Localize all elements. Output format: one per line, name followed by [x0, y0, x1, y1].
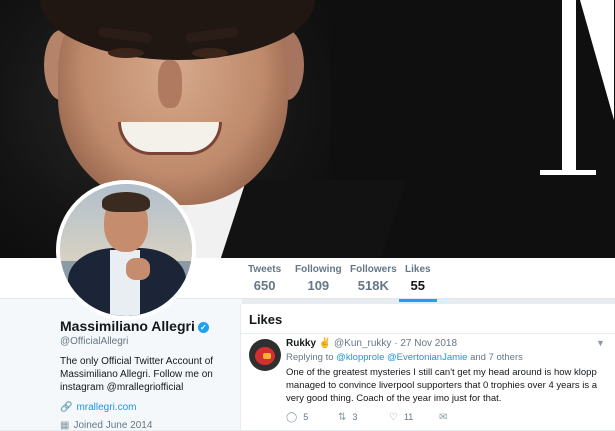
banner-nose: [158, 60, 182, 108]
stat-value: 55: [410, 278, 426, 293]
profile-name[interactable]: Massimiliano Allegri ✓: [60, 318, 209, 334]
tweet-author-handle[interactable]: @Kun_rukky: [334, 338, 391, 349]
tweet-date[interactable]: 27 Nov 2018: [400, 338, 457, 349]
profile-handle[interactable]: @OfficialAllegri: [60, 336, 128, 347]
link-icon: 🔗: [60, 402, 73, 413]
tweet-author-avatar[interactable]: [249, 339, 281, 371]
timeline-title: Likes: [249, 312, 283, 327]
profile-avatar[interactable]: [56, 180, 196, 320]
tweet-author-name[interactable]: Rukky: [286, 338, 316, 349]
bird-beak: [263, 353, 271, 359]
victory-hand-emoji: ✌: [318, 338, 332, 349]
reply-context: Replying to @klopprole @EvertonianJamie …: [286, 352, 523, 363]
nav-stat-followers[interactable]: Followers 518K: [350, 264, 397, 293]
calendar-icon: ▦: [60, 420, 70, 431]
banner-eye-right: [192, 48, 228, 58]
stat-value: 650: [253, 278, 276, 293]
envelope-icon: ✉: [439, 412, 448, 423]
meta-separator: ·: [394, 338, 398, 349]
stat-label: Following: [295, 264, 342, 275]
like-button[interactable]: ♡ 11: [389, 412, 413, 423]
profile-joined: ▦ Joined June 2014: [60, 420, 152, 431]
likes-timeline: Likes Rukky ✌ @Kun_rukky · 27 Nov 2018 ▼…: [240, 304, 615, 430]
tweet-header: Rukky ✌ @Kun_rukky · 27 Nov 2018: [286, 338, 457, 349]
dm-button[interactable]: ✉: [439, 412, 453, 423]
banner-eye-left: [108, 48, 144, 58]
nav-stat-tweets[interactable]: Tweets 650: [248, 264, 281, 293]
stat-label: Likes: [405, 264, 431, 275]
like-count: 11: [403, 412, 414, 422]
retweet-icon: ⇅: [338, 412, 347, 423]
banner-suit: [213, 180, 407, 258]
banner-logo-letter: [540, 0, 614, 175]
tweet-text: One of the greatest mysteries I still ca…: [286, 367, 598, 404]
stat-value: 109: [307, 278, 330, 293]
reply-prefix: Replying to: [286, 352, 334, 363]
heart-icon: ♡: [389, 412, 398, 423]
profile-bio: The only Official Twitter Account of Mas…: [60, 356, 214, 393]
website-text: mrallegri.com: [76, 402, 137, 413]
stat-label: Followers: [350, 264, 397, 275]
nav-stat-likes[interactable]: Likes 55: [399, 264, 437, 302]
divider: [241, 333, 615, 334]
profile-name-text: Massimiliano Allegri: [60, 318, 195, 334]
nav-stat-following[interactable]: Following 109: [295, 264, 342, 293]
reply-mention-1[interactable]: @klopprole: [336, 352, 384, 363]
avatar-hand: [126, 258, 150, 280]
reply-count: 5: [303, 412, 309, 422]
stat-label: Tweets: [248, 264, 282, 275]
reply-suffix[interactable]: and 7 others: [470, 352, 523, 363]
reply-mention-2[interactable]: @EvertonianJamie: [387, 352, 467, 363]
chevron-down-icon[interactable]: ▼: [596, 338, 605, 348]
joined-text: Joined June 2014: [73, 420, 153, 431]
avatar-hair: [102, 192, 150, 212]
profile-website[interactable]: 🔗 mrallegri.com: [60, 402, 136, 413]
retweet-button[interactable]: ⇅ 3: [338, 412, 357, 423]
verified-badge-icon: ✓: [197, 321, 209, 333]
retweet-count: 3: [352, 412, 358, 422]
reply-icon: ◯: [286, 412, 298, 423]
active-tab-indicator: [399, 299, 437, 302]
reply-button[interactable]: ◯ 5: [286, 412, 308, 423]
stat-value: 518K: [357, 278, 389, 293]
